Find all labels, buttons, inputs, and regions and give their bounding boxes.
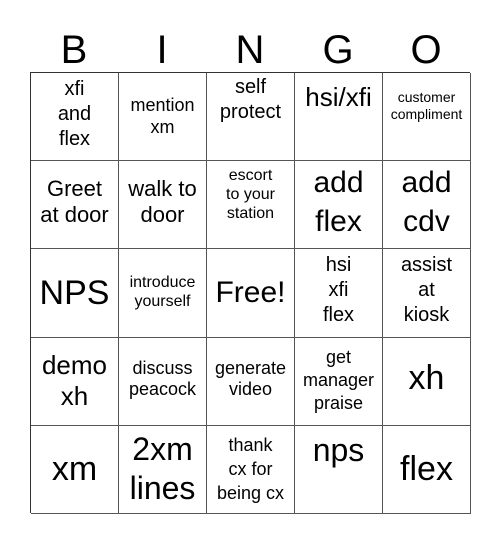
bingo-cell[interactable]: generate video (207, 337, 295, 426)
bingo-cell[interactable]: demo xh (31, 337, 119, 426)
free-space-label: Free! (215, 276, 286, 310)
header-letter-i: I (156, 28, 168, 72)
bingo-cell-free[interactable]: Free! (207, 249, 295, 338)
bingo-cell[interactable]: add cdv (383, 161, 471, 250)
bingo-cell[interactable]: introduce yourself (119, 249, 207, 338)
header-letter-g: G (322, 28, 354, 72)
bingo-cell[interactable]: xh (383, 337, 471, 426)
bingo-cell[interactable]: customer compliment (383, 73, 471, 162)
bingo-cell[interactable]: self protect (207, 73, 295, 162)
cell-text: xh (408, 359, 445, 398)
bingo-cell[interactable]: get manager praise (295, 337, 383, 426)
cell-text: 2xm lines (129, 431, 196, 507)
cell-text: Greet at door (40, 176, 109, 228)
bingo-cell[interactable]: hsi/xfi (295, 73, 383, 162)
cell-text: add flex (313, 166, 364, 239)
bingo-cell[interactable]: nps (295, 425, 383, 514)
cell-text: mention xm (130, 95, 195, 137)
cell-text: thank cx for being cx (216, 434, 285, 504)
cell-text: add cdv (401, 166, 452, 239)
cell-text: nps (312, 431, 365, 468)
cell-text: self protect (219, 76, 282, 123)
bingo-cell[interactable]: xfi and flex (31, 73, 119, 162)
bingo-cell[interactable]: walk to door (119, 161, 207, 250)
cell-text: xfi and flex (57, 78, 92, 150)
header-letter-b: B (60, 28, 88, 72)
cell-text: xm (51, 450, 98, 489)
cell-text: introduce yourself (129, 274, 196, 310)
cell-text: escort to your station (226, 167, 275, 222)
bingo-cell[interactable]: add flex (295, 161, 383, 250)
cell-text: demo xh (41, 349, 108, 412)
cell-text: assist at kiosk (400, 254, 453, 327)
bingo-cell[interactable]: 2xm lines (119, 425, 207, 514)
cell-text: NPS (39, 273, 110, 312)
bingo-cell[interactable]: discuss peacock (119, 337, 207, 426)
cell-text: get manager praise (302, 346, 375, 414)
cell-text: hsi xfi flex (322, 254, 355, 327)
cell-text: walk to door (128, 176, 197, 228)
cell-text: customer compliment (390, 89, 463, 122)
bingo-cell[interactable]: NPS (31, 249, 119, 338)
cell-text: generate video (214, 357, 287, 400)
header-letter-n: N (235, 28, 265, 72)
bingo-cell[interactable]: thank cx for being cx (207, 425, 295, 514)
bingo-cell[interactable]: assist at kiosk (383, 249, 471, 338)
cell-text: flex (400, 450, 453, 489)
cell-text: hsi/xfi (305, 82, 372, 112)
header-letter-o: O (410, 28, 442, 72)
bingo-cell[interactable]: flex (383, 425, 471, 514)
cell-text: discuss peacock (128, 357, 197, 400)
bingo-grid: xfi and flex mention xm self protect hsi… (30, 72, 471, 514)
bingo-cell[interactable]: mention xm (119, 73, 207, 162)
bingo-cell[interactable]: Greet at door (31, 161, 119, 250)
bingo-cell[interactable]: xm (31, 425, 119, 514)
bingo-header: B I N G O (30, 24, 470, 76)
bingo-cell[interactable]: escort to your station (207, 161, 295, 250)
bingo-cell[interactable]: hsi xfi flex (295, 249, 383, 338)
